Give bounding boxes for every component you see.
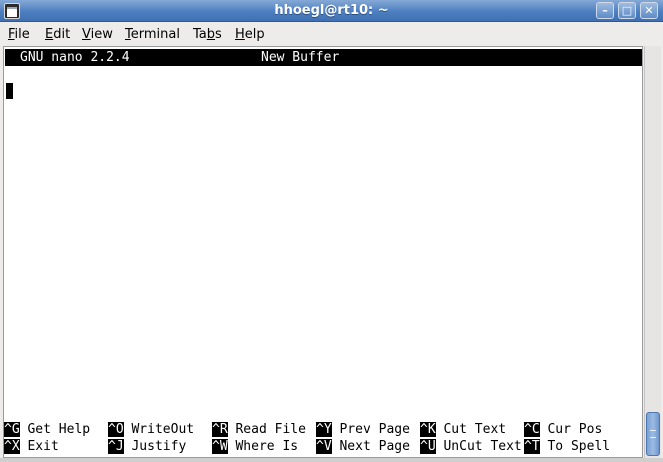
window-bottom-border	[0, 458, 663, 462]
menu-terminal-label: erminal	[130, 27, 180, 42]
shortcut-label: Prev Page	[339, 422, 410, 437]
minimize-button[interactable]: –	[596, 2, 614, 19]
shortcut-label: Get Help	[27, 422, 91, 437]
shortcut-key: ^X	[4, 439, 20, 454]
menu-file-label: ile	[14, 27, 30, 42]
shortcut-cur-pos: ^C Cur Pos	[524, 422, 602, 438]
terminal-window: hhoegl@rt10: ~ – □ ✕ File Edit View Term…	[0, 0, 663, 462]
menu-tabs[interactable]: Tabs	[193, 27, 222, 42]
text-cursor	[6, 83, 13, 99]
menu-edit[interactable]: Edit	[45, 27, 70, 42]
shortcut-to-spell: ^T To Spell	[524, 439, 610, 455]
shortcut-key: ^R	[212, 422, 228, 437]
menu-edit-mnemonic: E	[45, 27, 54, 42]
shortcut-label: Justify	[131, 439, 187, 454]
maximize-button[interactable]: □	[618, 2, 636, 19]
menu-help-mnemonic: H	[235, 27, 245, 42]
window-title: hhoegl@rt10: ~	[274, 3, 389, 18]
nano-buffer-name: New Buffer	[261, 50, 340, 65]
shortcut-uncut-text: ^U UnCut Text	[420, 439, 522, 455]
shortcut-label: Cut Text	[443, 422, 507, 437]
shortcut-get-help: ^G Get Help	[4, 422, 90, 438]
shortcut-key: ^T	[524, 439, 540, 454]
shortcut-key: ^U	[420, 439, 436, 454]
menu-edit-label: dit	[53, 27, 71, 42]
menu-tabs-prefix: Ta	[193, 27, 207, 42]
shortcut-key: ^K	[420, 422, 436, 437]
menu-file[interactable]: File	[8, 27, 30, 42]
shortcut-key: ^O	[108, 422, 124, 437]
shortcut-where-is: ^W Where Is	[212, 439, 298, 455]
shortcut-prev-page: ^Y Prev Page	[316, 422, 410, 438]
shortcut-key: ^J	[108, 439, 124, 454]
menu-view[interactable]: View	[82, 27, 113, 42]
vertical-scrollbar[interactable]	[644, 46, 661, 458]
menu-bar: File Edit View Terminal Tabs Help	[0, 23, 663, 46]
menu-tabs-label: s	[215, 27, 222, 42]
shortcut-label: WriteOut	[131, 422, 195, 437]
shortcut-label: Next Page	[339, 439, 410, 454]
shortcut-key: ^Y	[316, 422, 332, 437]
shortcut-label: Where Is	[235, 439, 299, 454]
nano-version: GNU nano 2.2.4	[20, 50, 130, 65]
shortcut-key: ^W	[212, 439, 228, 454]
shortcut-key: ^C	[524, 422, 540, 437]
shortcut-writeout: ^O WriteOut	[108, 422, 194, 438]
shortcut-key: ^V	[316, 439, 332, 454]
shortcut-label: Read File	[235, 422, 306, 437]
shortcut-exit: ^X Exit	[4, 439, 59, 455]
nano-title-bar: GNU nano 2.2.4 New Buffer	[5, 49, 642, 66]
shortcut-label: To Spell	[547, 439, 611, 454]
shortcut-read-file: ^R Read File	[212, 422, 306, 438]
menu-view-label: iew	[90, 27, 113, 42]
shortcut-next-page: ^V Next Page	[316, 439, 410, 455]
title-bar[interactable]: hhoegl@rt10: ~ – □ ✕	[0, 0, 663, 22]
shortcut-cut-text: ^K Cut Text	[420, 422, 506, 438]
scrollbar-thumb[interactable]	[646, 412, 660, 456]
shortcut-key: ^G	[4, 422, 20, 437]
shortcut-justify: ^J Justify	[108, 439, 186, 455]
shortcut-label: Exit	[27, 439, 59, 454]
menu-help-label: elp	[244, 27, 265, 42]
shortcut-label: UnCut Text	[443, 439, 522, 454]
terminal-screen[interactable]: GNU nano 2.2.4 New Buffer ^G Get Help ^O…	[3, 46, 643, 458]
close-button[interactable]: ✕	[640, 2, 658, 19]
menu-terminal[interactable]: Terminal	[125, 27, 180, 42]
menu-help[interactable]: Help	[235, 27, 265, 42]
shortcut-label: Cur Pos	[547, 422, 603, 437]
menu-tabs-mnemonic: b	[206, 27, 216, 42]
menu-view-mnemonic: V	[82, 27, 91, 42]
